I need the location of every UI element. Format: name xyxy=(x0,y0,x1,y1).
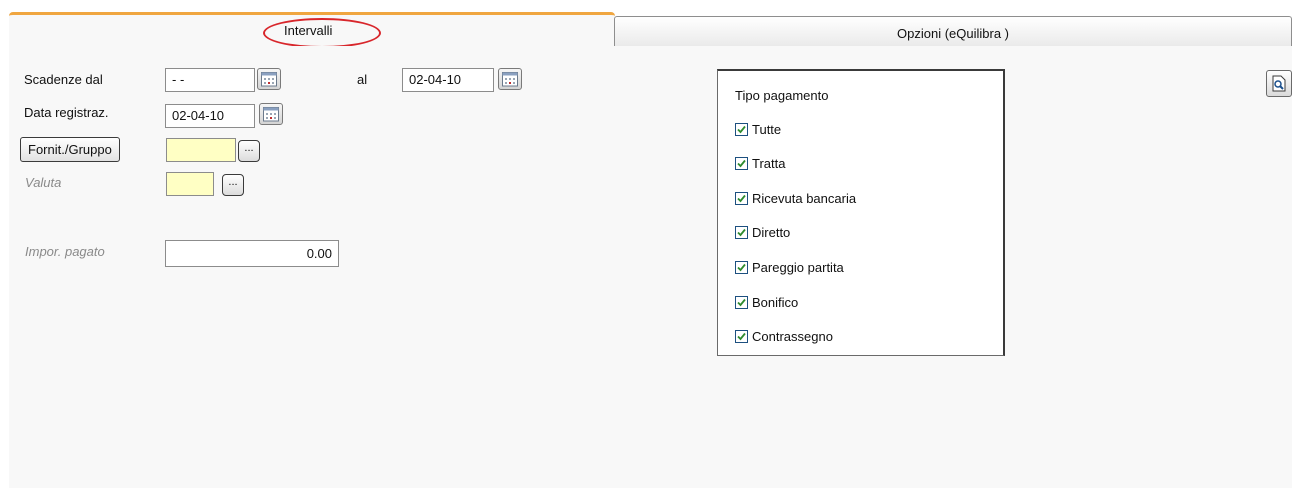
checkbox-label: Bonifico xyxy=(752,295,799,310)
tab-opzioni[interactable]: Opzioni (eQuilibra ) xyxy=(614,16,1292,49)
checkbox[interactable] xyxy=(735,296,748,309)
checkbox[interactable] xyxy=(735,261,748,274)
tipo-pagamento-group: Tipo pagamento Tutte Tratta Ricevuta banca… xyxy=(717,69,1005,356)
checkbox[interactable] xyxy=(735,123,748,136)
fornit-gruppo-lookup-button[interactable]: ... xyxy=(238,140,260,162)
checkbox-label: Tutte xyxy=(752,122,782,137)
scadenze-from-calendar-button[interactable] xyxy=(257,68,281,90)
impor-pagato-label: Impor. pagato xyxy=(25,244,105,259)
checkbox[interactable] xyxy=(735,330,748,343)
print-preview-icon xyxy=(1272,75,1286,92)
checkbox-label: Tratta xyxy=(752,156,786,171)
checkbox-label: Diretto xyxy=(752,225,791,240)
data-registraz-label: Data registraz. xyxy=(24,105,109,120)
calendar-icon xyxy=(263,107,279,122)
fornit-gruppo-input[interactable] xyxy=(166,138,236,162)
tab-opzioni-label: Opzioni (eQuilibra ) xyxy=(897,26,1009,41)
scadenze-to-input[interactable]: 02-04-10 xyxy=(402,68,494,92)
checkbox-label: Pareggio partita xyxy=(752,260,844,275)
checkbox[interactable] xyxy=(735,157,748,170)
tab-intervalli[interactable]: Intervalli xyxy=(9,12,615,48)
checkbox[interactable] xyxy=(735,226,748,239)
checkbox[interactable] xyxy=(735,192,748,205)
scadenze-to-calendar-button[interactable] xyxy=(498,68,522,90)
checkbox-label: Ricevuta bancaria xyxy=(752,191,857,206)
valuta-label: Valuta xyxy=(25,175,62,190)
impor-pagato-input[interactable]: 0.00 xyxy=(165,240,339,267)
data-registraz-input[interactable]: 02-04-10 xyxy=(165,104,255,128)
scadenze-from-input[interactable]: - - xyxy=(165,68,255,92)
print-preview-button[interactable] xyxy=(1266,70,1292,97)
al-label: al xyxy=(357,72,368,87)
tipo-pagamento-title: Tipo pagamento xyxy=(735,88,829,103)
annotation-oval xyxy=(263,18,381,48)
calendar-icon xyxy=(502,72,518,87)
fornit-gruppo-button[interactable]: Fornit./Gruppo xyxy=(20,137,120,162)
calendar-icon xyxy=(261,72,277,87)
data-registraz-calendar-button[interactable] xyxy=(259,103,283,125)
checkbox-label: Contrassegno xyxy=(752,329,833,344)
valuta-input[interactable] xyxy=(166,172,214,196)
valuta-lookup-button[interactable]: ... xyxy=(222,174,244,196)
scadenze-label: Scadenze dal xyxy=(24,72,103,87)
